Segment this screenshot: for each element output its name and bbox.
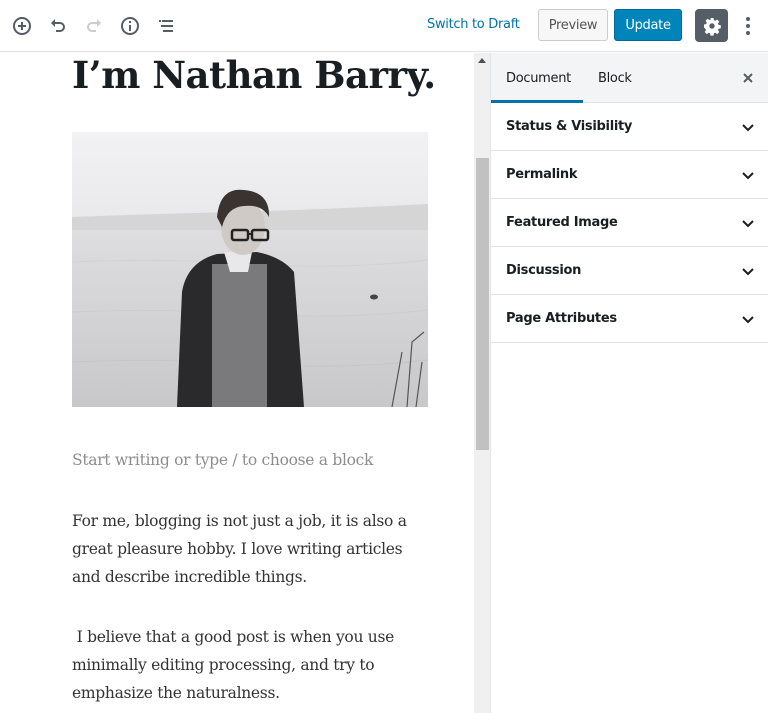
redo-icon: [87, 19, 101, 32]
chevron-down-icon: [742, 268, 754, 276]
panel-status-visibility[interactable]: Status & Visibility: [491, 103, 768, 151]
undo-icon: [51, 19, 65, 32]
panel-title: Permalink: [506, 167, 578, 182]
close-icon: [743, 73, 753, 83]
editor-scrollbar[interactable]: [474, 53, 490, 713]
chevron-down-icon: [742, 172, 754, 180]
chevron-down-icon: [742, 124, 754, 132]
add-block-button[interactable]: [9, 13, 35, 39]
preview-button[interactable]: Preview: [538, 9, 608, 41]
panel-permalink[interactable]: Permalink: [491, 151, 768, 199]
more-vertical-icon: [746, 17, 750, 35]
settings-button[interactable]: [695, 9, 728, 42]
more-options-button[interactable]: [738, 13, 758, 39]
editor-toolbar: Switch to Draft Preview Update: [0, 0, 768, 52]
panel-title: Page Attributes: [506, 311, 617, 326]
arrow-up-icon: [478, 58, 486, 63]
info-icon: [121, 17, 139, 35]
tab-document[interactable]: Document: [491, 53, 583, 103]
empty-block-placeholder[interactable]: Start writing or type / to choose a bloc…: [72, 451, 373, 469]
panel-featured-image[interactable]: Featured Image: [491, 199, 768, 247]
switch-to-draft-button[interactable]: Switch to Draft: [427, 17, 520, 32]
editor-canvas: I’m Nathan Barry. Start writing or type …: [0, 53, 474, 713]
tab-block[interactable]: Block: [583, 53, 647, 103]
panel-page-attributes[interactable]: Page Attributes: [491, 295, 768, 343]
block-navigation-button[interactable]: [153, 13, 179, 39]
paragraph-block[interactable]: I believe that a good post is when you u…: [72, 623, 432, 707]
undo-button[interactable]: [45, 13, 71, 39]
panel-title: Discussion: [506, 263, 582, 278]
sidebar-tabs: Document Block: [491, 53, 768, 103]
block-navigation-icon: [159, 20, 173, 32]
redo-button[interactable]: [81, 13, 107, 39]
chevron-down-icon: [742, 220, 754, 228]
close-sidebar-button[interactable]: [740, 70, 756, 86]
post-title[interactable]: I’m Nathan Barry.: [72, 53, 436, 97]
panel-title: Featured Image: [506, 215, 618, 230]
info-button[interactable]: [117, 13, 143, 39]
panel-title: Status & Visibility: [506, 119, 633, 134]
image-block[interactable]: [72, 132, 428, 407]
add-block-icon: [13, 17, 31, 35]
chevron-down-icon: [742, 316, 754, 324]
paragraph-block[interactable]: For me, blogging is not just a job, it i…: [72, 507, 432, 591]
panel-discussion[interactable]: Discussion: [491, 247, 768, 295]
gear-icon: [703, 17, 721, 36]
update-button[interactable]: Update: [614, 9, 682, 41]
settings-sidebar: Document Block Status & Visibility Perma…: [491, 53, 768, 713]
portrait-photo: [72, 132, 428, 407]
scroll-up-button[interactable]: [474, 53, 490, 69]
scrollbar-thumb[interactable]: [476, 158, 489, 450]
